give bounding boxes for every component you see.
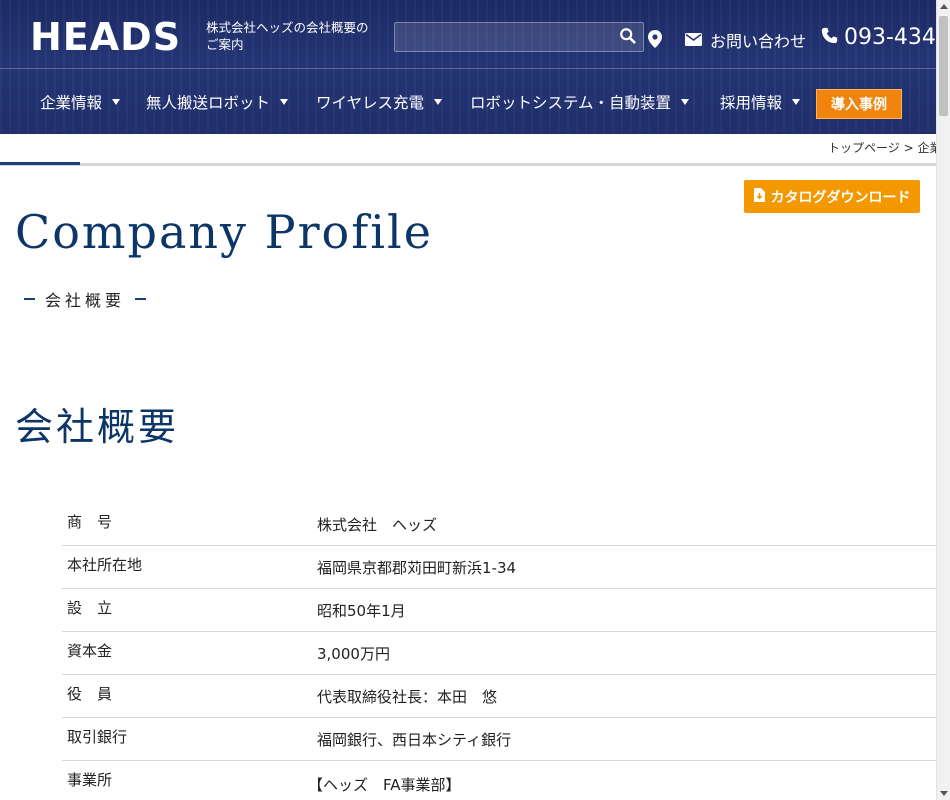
- page-scrollbar[interactable]: [936, 0, 950, 800]
- row-label: 事業所: [67, 771, 113, 789]
- row-label: 資本金: [67, 642, 113, 660]
- nav-item-label: ロボットシステム・自動装置: [470, 94, 672, 112]
- nav-item-recruit[interactable]: 採用情報: [720, 91, 801, 113]
- table-row: 資本金 3,000万円: [62, 632, 936, 675]
- map-pin-icon[interactable]: [648, 30, 662, 52]
- row-label: 役 員: [67, 685, 113, 703]
- main-nav: 企業情報 無人搬送ロボット ワイヤレス充電 ロボットシステム・自動装置 採用情報…: [0, 69, 936, 134]
- phone-number[interactable]: 093-434: [821, 25, 936, 50]
- mail-icon: [685, 31, 702, 50]
- table-row: 商 号 株式会社 ヘッズ: [62, 503, 936, 546]
- heads-logo[interactable]: HEADS: [30, 17, 181, 57]
- phone-icon: [821, 25, 838, 50]
- caret-down-icon: [434, 99, 443, 105]
- catalog-download-button[interactable]: カタログダウンロード: [744, 180, 920, 213]
- phone-text: 093-434: [844, 25, 936, 50]
- search-icon[interactable]: [619, 27, 639, 47]
- search-input[interactable]: [395, 23, 615, 51]
- contact-link[interactable]: お問い合わせ: [685, 28, 806, 52]
- row-value: 昭和50年1月: [317, 602, 406, 620]
- scroll-up-arrow-icon[interactable]: [940, 4, 948, 9]
- row-value: 【ヘッズ FA事業部】: [308, 776, 461, 794]
- search-box: [394, 22, 644, 52]
- nav-item-label: 採用情報: [720, 94, 783, 112]
- nav-cases-button[interactable]: 導入事例: [816, 89, 902, 119]
- row-label: 本社所在地: [67, 556, 143, 574]
- site-header: HEADS 株式会社ヘッズの会社概要のご案内 お問い合わせ 093-434 企業…: [0, 0, 936, 134]
- table-row: 役 員 代表取締役社長：本田 悠: [62, 675, 936, 718]
- row-label: 商 号: [67, 513, 113, 531]
- caret-down-icon: [112, 99, 121, 105]
- table-row: 設 立 昭和50年1月: [62, 589, 936, 632]
- nav-item-robot-system[interactable]: ロボットシステム・自動装置: [470, 91, 690, 113]
- page-subtitle: 会社概要: [24, 287, 147, 311]
- nav-item-company[interactable]: 企業情報: [40, 91, 121, 113]
- row-value: 3,000万円: [317, 645, 390, 663]
- scroll-down-arrow-icon[interactable]: [940, 791, 948, 796]
- breadcrumb[interactable]: トップページ > 企業: [828, 139, 936, 156]
- nav-item-agv[interactable]: 無人搬送ロボット: [146, 91, 289, 113]
- contact-label: お問い合わせ: [710, 32, 807, 51]
- nav-item-label: 企業情報: [40, 94, 103, 112]
- nav-item-label: ワイヤレス充電: [316, 94, 425, 112]
- row-value: 福岡銀行、西日本シティ銀行: [317, 731, 512, 749]
- row-value: 株式会社 ヘッズ: [317, 516, 438, 534]
- nav-item-label: 無人搬送ロボット: [146, 94, 271, 112]
- header-topbar: HEADS 株式会社ヘッズの会社概要のご案内 お問い合わせ 093-434: [0, 0, 936, 68]
- row-label: 設 立: [67, 599, 113, 617]
- nav-item-wireless[interactable]: ワイヤレス充電: [316, 91, 443, 113]
- catalog-download-label: カタログダウンロード: [770, 189, 911, 206]
- table-row: 本社所在地 福岡県京都郡苅田町新浜1-34: [62, 546, 936, 589]
- page-title: Company Profile: [15, 205, 433, 259]
- row-value: 福岡県京都郡苅田町新浜1-34: [317, 559, 517, 577]
- subtitle-dash-right: [135, 298, 147, 300]
- breadcrumb-accent: [0, 162, 80, 165]
- caret-down-icon: [280, 99, 289, 105]
- page-subtitle-text: 会社概要: [45, 291, 126, 310]
- table-row: 事業所 【ヘッズ FA事業部】: [62, 761, 936, 800]
- row-value: 代表取締役社長：本田 悠: [317, 688, 498, 706]
- company-profile-table: 商 号 株式会社 ヘッズ 本社所在地 福岡県京都郡苅田町新浜1-34 設 立 昭…: [62, 503, 936, 800]
- file-download-icon: [753, 187, 765, 206]
- scrollbar-thumb[interactable]: [939, 16, 948, 116]
- subtitle-dash-left: [24, 298, 35, 300]
- table-row: 取引銀行 福岡銀行、西日本シティ銀行: [62, 718, 936, 761]
- caret-down-icon: [681, 99, 690, 105]
- header-tagline: 株式会社ヘッズの会社概要のご案内: [206, 20, 369, 52]
- breadcrumb-divider: [0, 163, 936, 166]
- row-label: 取引銀行: [67, 728, 128, 746]
- section-heading: 会社概要: [15, 405, 180, 449]
- caret-down-icon: [792, 99, 801, 105]
